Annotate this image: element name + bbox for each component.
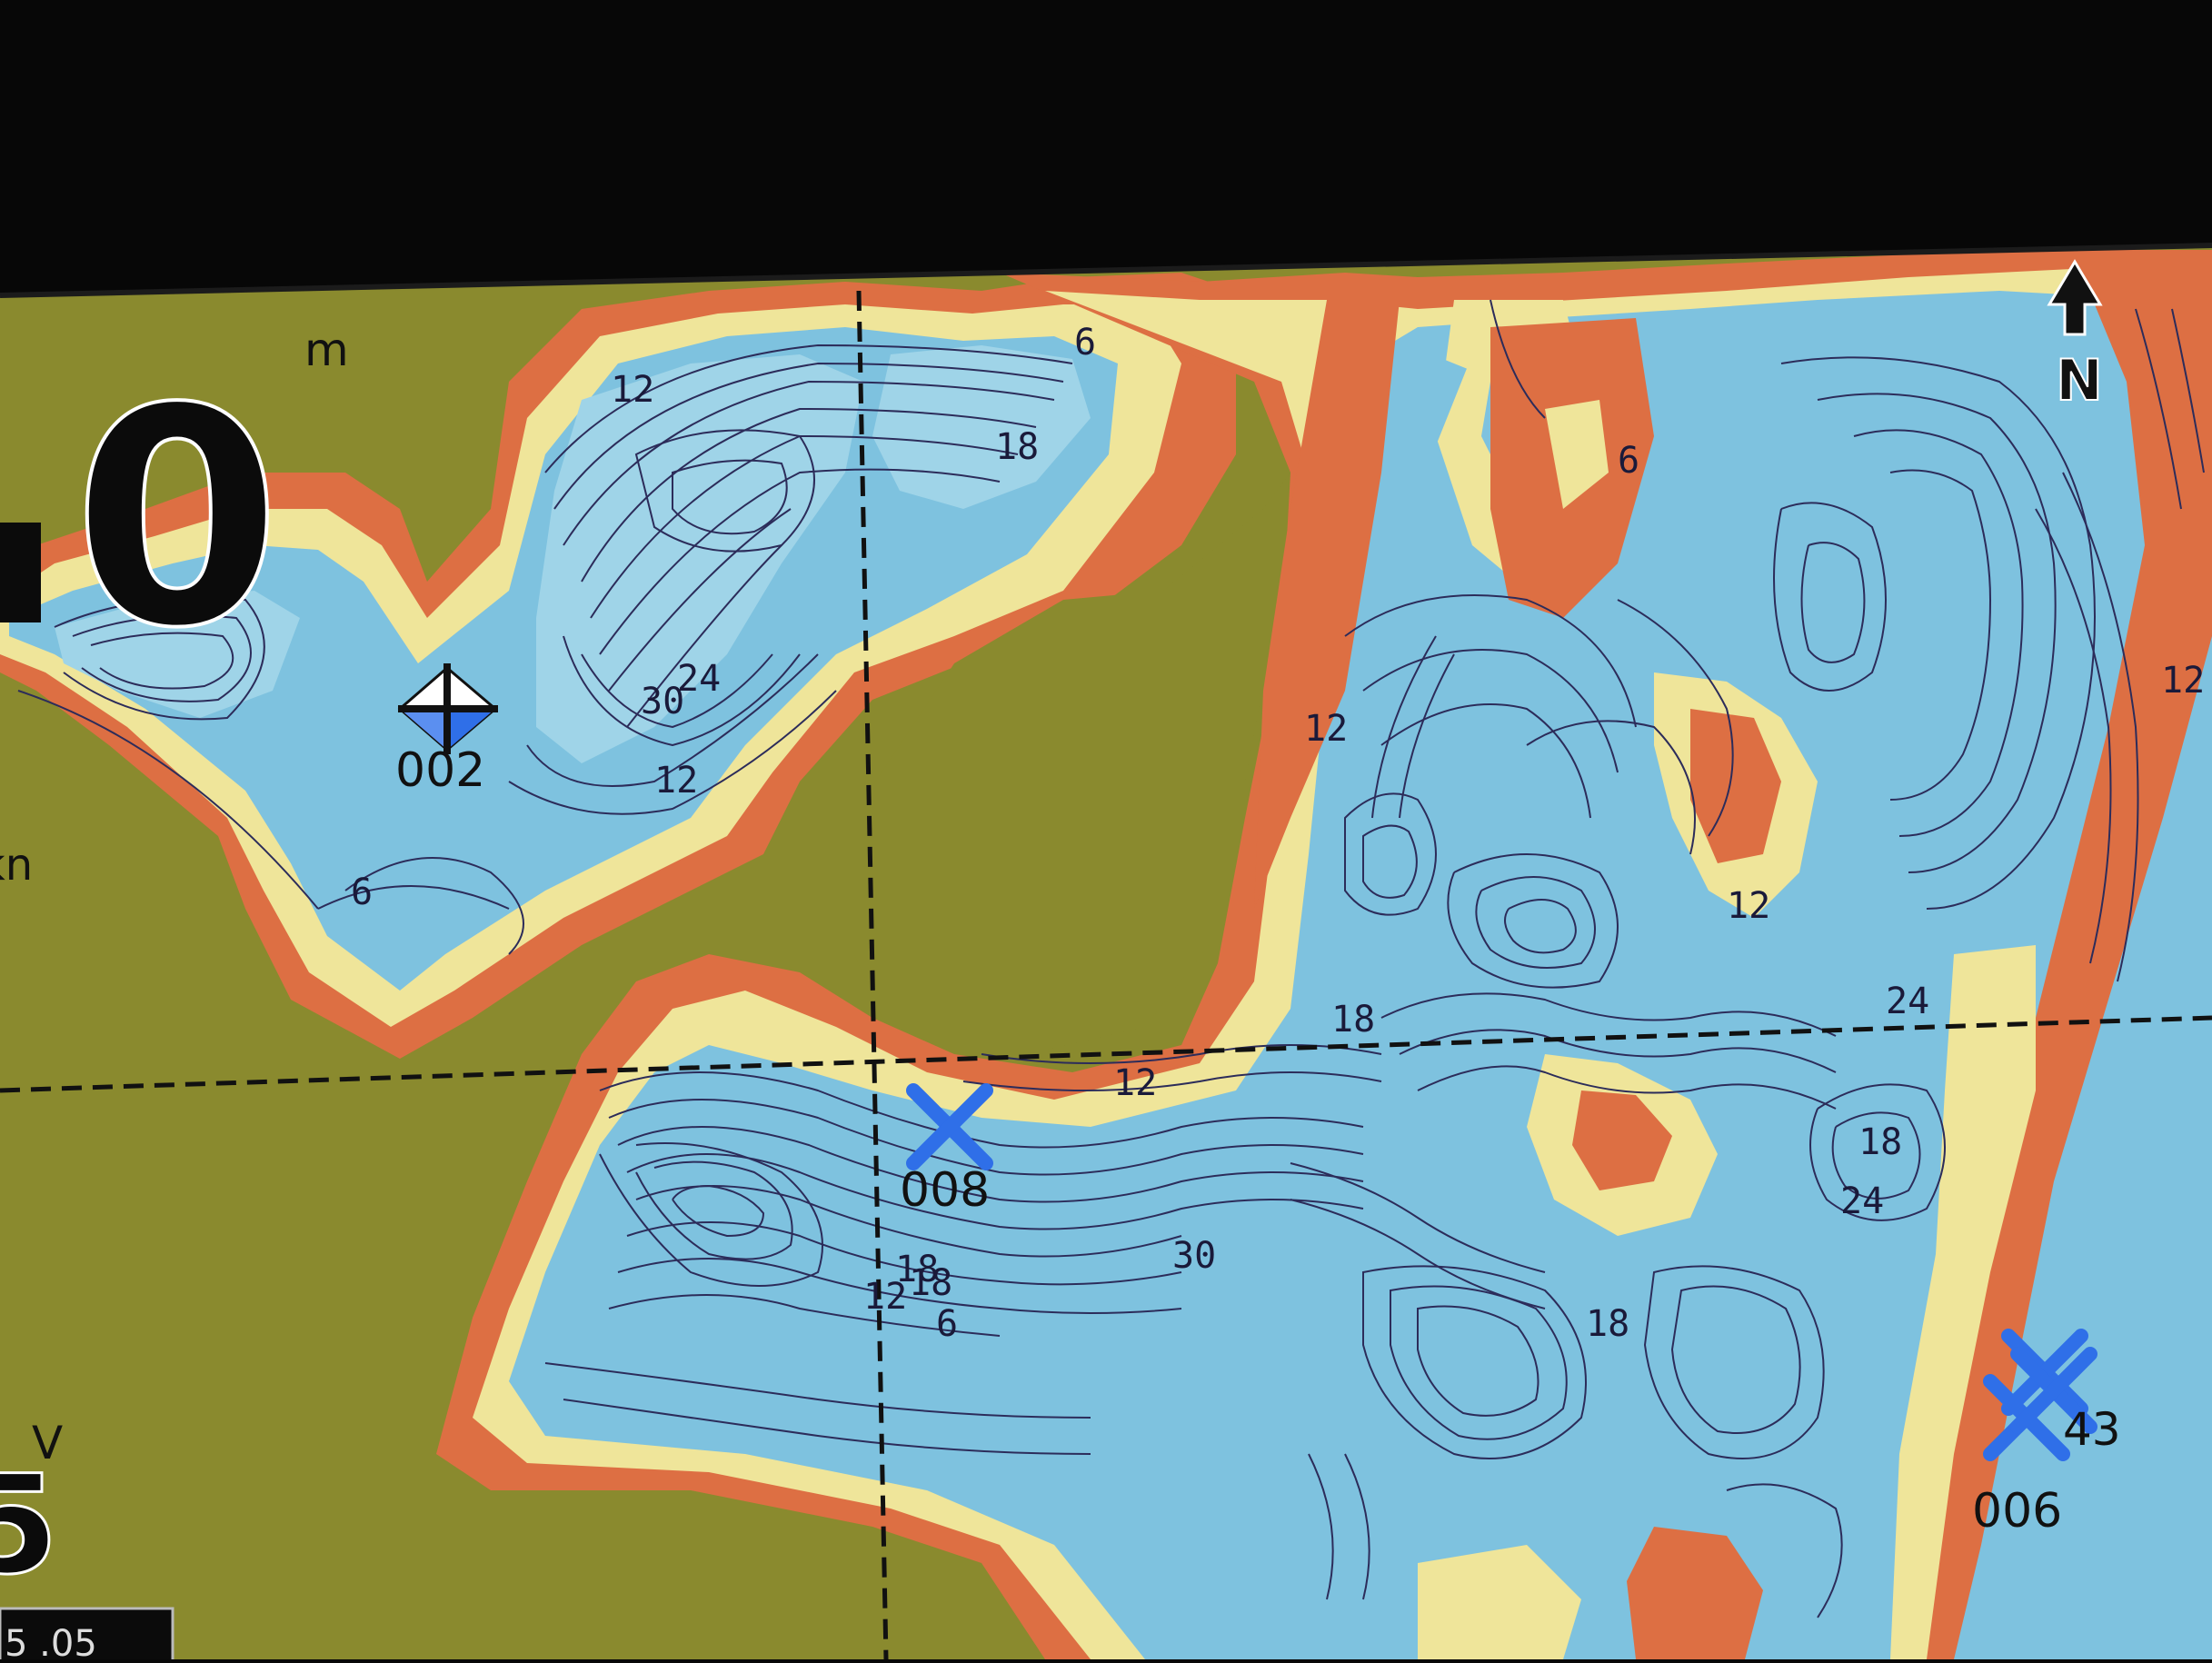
depth-label: 12 (654, 760, 698, 802)
depth-label: 6 (351, 871, 373, 913)
depth-label: 18 (909, 1262, 952, 1304)
depth-label: 30 (641, 681, 684, 722)
depth-label: 24 (1886, 981, 1929, 1022)
depth-label: 12 (863, 1276, 907, 1318)
depth-label: 12 (1304, 708, 1348, 750)
bottom-readout-text: 5 .05 (5, 1623, 97, 1659)
depth-label: 12 (611, 369, 654, 411)
waypoint-label: 008 (900, 1163, 990, 1218)
depth-label: 24 (1840, 1180, 1884, 1222)
waypoint-label: 002 (395, 743, 485, 798)
depth-label: 18 (1331, 999, 1375, 1041)
depth-label: 18 (1586, 1303, 1629, 1345)
depth-unit-label: m (304, 324, 349, 376)
depth-readout-digit-fragment (0, 523, 41, 622)
depth-label: 12 (1113, 1062, 1157, 1104)
depth-label: 12 (1727, 885, 1770, 927)
speed-unit-label: kn (0, 840, 33, 891)
voltage-readout-value: 5 (0, 1447, 58, 1605)
depth-label: 30 (1172, 1235, 1216, 1277)
depth-label: 6 (1074, 322, 1096, 363)
depth-label: 18 (995, 426, 1039, 468)
chart-map[interactable]: 12 6 18 24 30 12 6 18 6 12 12 12 18 24 1… (0, 0, 2212, 1659)
depth-label: 6 (936, 1303, 958, 1345)
waypoint-label: 43 (2063, 1403, 2121, 1456)
depth-label: 18 (1858, 1121, 1902, 1163)
waypoint-label: 006 (1972, 1484, 2062, 1539)
depth-label: 6 (1618, 440, 1639, 482)
chartplotter-screen: 12 6 18 24 30 12 6 18 6 12 12 12 18 24 1… (0, 0, 2212, 1659)
north-label: N (2056, 347, 2103, 413)
depth-label: 12 (2161, 660, 2205, 702)
depth-readout-value: 0 (73, 344, 282, 693)
